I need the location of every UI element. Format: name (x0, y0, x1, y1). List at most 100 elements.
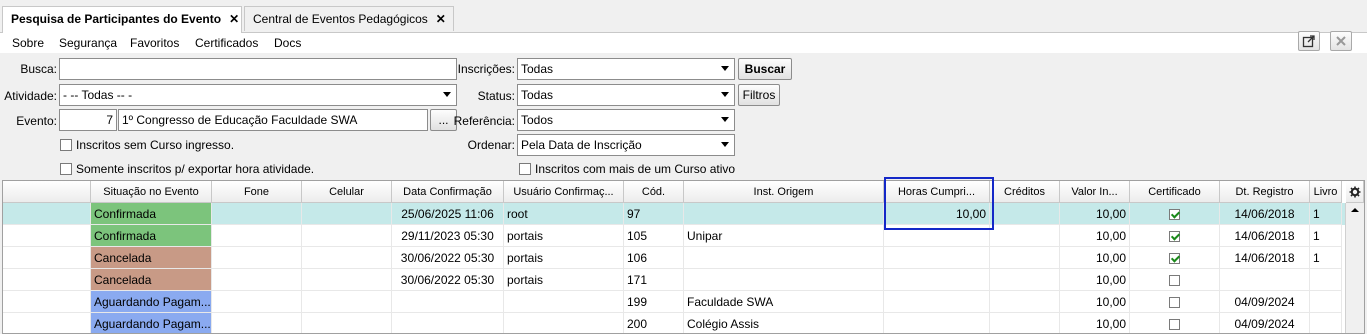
cell-fone (212, 313, 302, 333)
cell-dt-registro: 14/06/2018 (1220, 247, 1310, 269)
cell-celular (302, 225, 392, 247)
cell-celular (302, 247, 392, 269)
evento-code-input[interactable]: 7 (59, 109, 117, 131)
cell-fone (212, 225, 302, 247)
popout-icon (1302, 35, 1315, 48)
menu-certificados[interactable]: Certificados (195, 36, 258, 50)
referencia-select[interactable]: Todos (517, 109, 735, 131)
header-col-indicator[interactable] (3, 181, 91, 203)
cell-livro: 1 (1310, 203, 1342, 225)
ordenar-select[interactable]: Pela Data de Inscrição (517, 134, 735, 156)
gear-icon (1349, 186, 1360, 198)
header-col-fone[interactable]: Fone (212, 181, 302, 203)
menu-favoritos[interactable]: Favoritos (130, 36, 179, 50)
certificado-checkbox[interactable] (1169, 209, 1180, 221)
chk-mais-curso[interactable] (519, 163, 531, 175)
cell-data-confirmacao: 29/11/2023 05:30 (392, 225, 504, 247)
certificado-checkbox[interactable] (1169, 253, 1180, 265)
atividade-select[interactable]: - -- Todas -- - (59, 84, 457, 106)
evento-name-input[interactable]: 1º Congresso de Educação Faculdade SWA (118, 109, 428, 131)
referencia-label: Referência: (453, 114, 515, 128)
certificado-checkbox[interactable] (1169, 275, 1180, 287)
tab-label: Central de Eventos Pedagógicos (253, 12, 428, 26)
cell-usuario-confirmacao: portais (504, 269, 624, 291)
grid-settings-button[interactable] (1346, 181, 1364, 203)
inscricoes-select[interactable]: Todas (517, 58, 735, 80)
menu-sobre[interactable]: Sobre (12, 36, 44, 50)
cell-certificado (1130, 269, 1220, 291)
table-row[interactable]: Cancelada 30/06/2022 05:30 portais 106 10,00… (3, 247, 1346, 269)
header-col-data-confirmacao[interactable]: Data Confirmação (392, 181, 504, 203)
menu-bar: Sobre Segurança Favoritos Certificados D… (0, 33, 1367, 53)
cell-usuario-confirmacao (504, 291, 624, 313)
cell-celular (302, 203, 392, 225)
close-icon[interactable]: ✕ (229, 12, 239, 26)
cell-usuario-confirmacao: portais (504, 225, 624, 247)
cell-celular (302, 313, 392, 333)
cell-creditos (990, 203, 1060, 225)
cell-data-confirmacao (392, 291, 504, 313)
chevron-down-icon (721, 66, 729, 71)
header-col-creditos[interactable]: Créditos (990, 181, 1060, 203)
cell-creditos (990, 247, 1060, 269)
cell-fone (212, 269, 302, 291)
cell-usuario-confirmacao: portais (504, 247, 624, 269)
cell-fone (212, 291, 302, 313)
header-col-celular[interactable]: Celular (302, 181, 392, 203)
cell-indicator (3, 203, 91, 225)
chevron-down-icon (721, 117, 729, 122)
cell-data-confirmacao: 25/06/2025 11:06 (392, 203, 504, 225)
filtros-button[interactable]: Filtros (738, 84, 780, 106)
table-row[interactable]: Aguardando Pagam... 199 Faculdade SWA 10,00… (3, 291, 1346, 313)
header-col-inst-origem[interactable]: Inst. Origem (684, 181, 884, 203)
cell-celular (302, 269, 392, 291)
cell-certificado (1130, 291, 1220, 313)
menu-seguranca[interactable]: Segurança (59, 36, 117, 50)
chk-sem-curso[interactable] (60, 139, 72, 151)
header-col-cod[interactable]: Cód. (624, 181, 684, 203)
header-col-usuario-confirmacao[interactable]: Usuário Confirmaç... (504, 181, 624, 203)
close-panel-icon (1336, 36, 1346, 46)
table-row[interactable]: Confirmada 25/06/2025 11:06 root 97 10,00 10,… (3, 203, 1346, 225)
cell-creditos (990, 291, 1060, 313)
cell-cod: 199 (624, 291, 684, 313)
cell-fone (212, 247, 302, 269)
close-icon[interactable]: ✕ (436, 12, 446, 26)
header-col-certificado[interactable]: Certificado (1130, 181, 1220, 203)
cell-livro: 1 (1310, 225, 1342, 247)
cell-livro (1310, 291, 1342, 313)
cell-valor: 10,00 (1060, 203, 1130, 225)
table-row[interactable]: Aguardando Pagam... 200 Colégio Assis 10,00… (3, 313, 1346, 333)
tab-central-eventos[interactable]: Central de Eventos Pedagógicos ✕ (244, 6, 454, 31)
vertical-scrollbar[interactable] (1345, 203, 1364, 333)
cell-situacao: Confirmada (91, 203, 212, 225)
chk-exportar[interactable] (60, 163, 72, 175)
cell-horas-cumpridas (884, 269, 990, 291)
status-select[interactable]: Todas (517, 84, 735, 106)
status-value: Todas (521, 88, 554, 102)
certificado-checkbox[interactable] (1169, 319, 1180, 331)
ordenar-value: Pela Data de Inscrição (521, 138, 642, 152)
busca-input[interactable] (59, 58, 457, 80)
header-col-dt-registro[interactable]: Dt. Registro (1220, 181, 1310, 203)
busca-label: Busca: (20, 62, 57, 76)
tab-pesquisa-participantes[interactable]: Pesquisa de Participantes do Evento ✕ (2, 6, 242, 33)
cell-livro: 1 (1310, 247, 1342, 269)
cell-situacao: Cancelada (91, 247, 212, 269)
table-row[interactable]: Cancelada 30/06/2022 05:30 portais 171 10,00 (3, 269, 1346, 291)
cell-creditos (990, 269, 1060, 291)
cell-valor: 10,00 (1060, 313, 1130, 333)
table-row[interactable]: Confirmada 29/11/2023 05:30 portais 105 Unip… (3, 225, 1346, 247)
header-col-situacao[interactable]: Situação no Evento (91, 181, 212, 203)
close-panel-button[interactable] (1330, 31, 1352, 51)
scroll-up-icon[interactable] (1346, 203, 1364, 217)
popout-button[interactable] (1298, 31, 1320, 51)
certificado-checkbox[interactable] (1169, 231, 1180, 243)
header-col-livro[interactable]: Livro (1310, 181, 1342, 203)
header-col-valor[interactable]: Valor In... (1060, 181, 1130, 203)
buscar-button[interactable]: Buscar (738, 58, 792, 80)
menu-docs[interactable]: Docs (274, 36, 301, 50)
certificado-checkbox[interactable] (1169, 297, 1180, 309)
cell-inst-origem (684, 247, 884, 269)
cell-dt-registro: 14/06/2018 (1220, 203, 1310, 225)
